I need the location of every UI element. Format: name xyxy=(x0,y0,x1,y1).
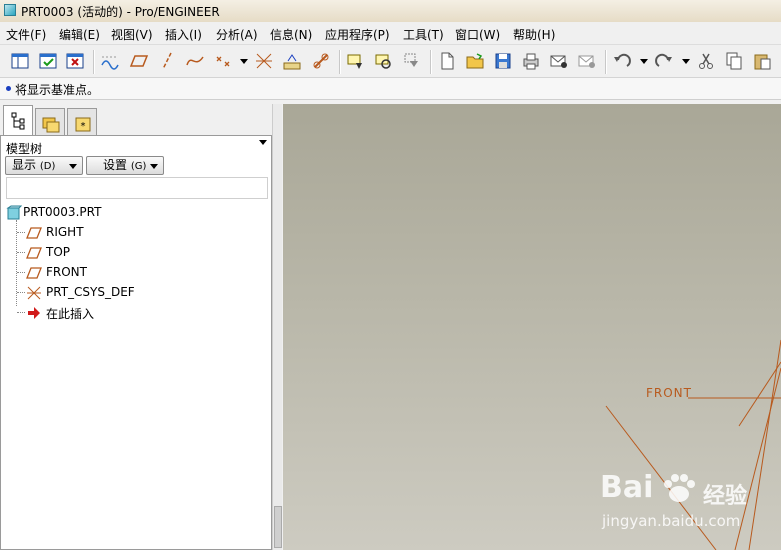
tree-item-label: FRONT xyxy=(46,265,87,279)
toolbar-separator xyxy=(605,50,607,74)
model-tree-icon xyxy=(11,112,25,130)
menu-insert[interactable]: 插入(I) xyxy=(165,26,202,43)
navigator-tabs: * xyxy=(0,104,272,136)
datum-curve-icon[interactable] xyxy=(185,51,205,71)
datum-plane-icon[interactable] xyxy=(129,51,149,71)
watermark-brand: Bai xyxy=(600,470,654,505)
coordinate-system-icon[interactable] xyxy=(254,51,274,71)
panel-menu-icon[interactable] xyxy=(259,140,267,145)
redo-dropdown-icon[interactable] xyxy=(682,59,690,64)
toolbar-separator xyxy=(339,50,341,74)
toolbar xyxy=(0,44,781,78)
toolbar-separator xyxy=(93,50,95,74)
baidu-watermark: Bai 经验 jingyan.baidu.com xyxy=(600,470,775,540)
model-tree-panel: 模型树 显示 (D) 设置 (G) PRT0003.PRT RIGHT TOP … xyxy=(0,135,272,550)
front-datum-label: FRONT xyxy=(646,386,692,400)
datum-axis-icon[interactable] xyxy=(157,51,177,71)
filter-select-icon[interactable] xyxy=(346,51,366,71)
part-icon xyxy=(6,205,23,224)
datum-plane-icon xyxy=(26,265,42,284)
app-icon xyxy=(4,4,16,16)
send-link-icon[interactable] xyxy=(577,51,597,71)
window-layout-icon[interactable] xyxy=(10,51,30,71)
select-box-icon[interactable] xyxy=(402,51,422,71)
show-button[interactable]: 显示 (D) xyxy=(5,156,83,175)
open-folder-icon[interactable] xyxy=(465,51,485,71)
message-area: 将显示基准点。 xyxy=(0,78,781,100)
undo-dropdown-icon[interactable] xyxy=(640,59,648,64)
tree-guide xyxy=(17,232,25,233)
favorites-icon: * xyxy=(75,117,91,132)
find-select-icon[interactable] xyxy=(374,51,394,71)
cut-icon[interactable] xyxy=(696,51,716,71)
redo-icon[interactable] xyxy=(654,51,674,71)
menu-info[interactable]: 信息(N) xyxy=(270,26,312,43)
chevron-down-icon xyxy=(150,164,158,169)
tree-guide xyxy=(17,252,25,253)
datum-point-icon[interactable] xyxy=(214,51,234,71)
navigator-pane: * 模型树 显示 (D) 设置 (G) PRT0003.PRT RIGHT TO… xyxy=(0,104,272,550)
window-title: PRT0003 (活动的) - Pro/ENGINEER xyxy=(21,5,220,19)
paste-icon[interactable] xyxy=(752,51,772,71)
send-mail-icon[interactable] xyxy=(549,51,569,71)
tree-item-label: 在此插入 xyxy=(46,307,95,321)
datum-plane-icon xyxy=(26,245,42,264)
print-icon[interactable] xyxy=(521,51,541,71)
model-tree-header: 模型树 xyxy=(6,142,43,156)
show-button-label: 显示 xyxy=(12,158,37,172)
title-bar: PRT0003 (活动的) - Pro/ENGINEER xyxy=(0,0,781,22)
settings-button-label: 设置 xyxy=(103,158,128,172)
scrollbar-thumb[interactable] xyxy=(274,506,282,548)
reference-link-icon[interactable] xyxy=(311,51,331,71)
menu-analysis[interactable]: 分析(A) xyxy=(216,26,258,43)
settings-button-key: (G) xyxy=(130,161,147,172)
watermark-suffix: 经验 xyxy=(703,484,748,509)
settings-button[interactable]: 设置 (G) xyxy=(86,156,164,175)
sketch-grid-icon[interactable] xyxy=(100,51,120,71)
svg-text:*: * xyxy=(81,121,86,132)
new-file-icon[interactable] xyxy=(437,51,457,71)
toolbar-separator xyxy=(430,50,432,74)
tree-guide xyxy=(17,292,25,293)
activate-window-icon[interactable] xyxy=(38,51,58,71)
tree-item-label: TOP xyxy=(46,245,71,259)
chevron-down-icon xyxy=(69,164,77,169)
menu-tools[interactable]: 工具(T) xyxy=(403,26,444,43)
show-button-key: (D) xyxy=(39,161,56,172)
close-window-icon[interactable] xyxy=(65,51,85,71)
undo-icon[interactable] xyxy=(612,51,632,71)
model-tree-filter-field[interactable] xyxy=(6,177,268,199)
insert-arrow-icon xyxy=(26,305,42,324)
analysis-feature-icon[interactable] xyxy=(282,51,302,71)
watermark-url: jingyan.baidu.com xyxy=(602,512,741,530)
copy-icon[interactable] xyxy=(724,51,744,71)
paw-icon xyxy=(664,474,695,502)
tree-item-label: PRT_CSYS_DEF xyxy=(46,285,135,299)
tab-folder-browser[interactable] xyxy=(35,108,65,135)
navigator-scrollbar[interactable] xyxy=(272,104,282,550)
menu-help[interactable]: 帮助(H) xyxy=(513,26,555,43)
menu-window[interactable]: 窗口(W) xyxy=(455,26,500,43)
datum-point-dropdown-icon[interactable] xyxy=(240,59,248,64)
menu-bar: 文件(F) 编辑(E) 视图(V) 插入(I) 分析(A) 信息(N) 应用程序… xyxy=(0,22,781,44)
message-bullet-icon xyxy=(6,86,11,91)
menu-file[interactable]: 文件(F) xyxy=(6,26,46,43)
menu-edit[interactable]: 编辑(E) xyxy=(59,26,100,43)
save-icon[interactable] xyxy=(493,51,513,71)
menu-view[interactable]: 视图(V) xyxy=(111,26,153,43)
tab-favorites[interactable]: * xyxy=(67,108,97,135)
datum-plane-icon xyxy=(26,225,42,244)
tree-item-label: RIGHT xyxy=(46,225,84,239)
menu-applications[interactable]: 应用程序(P) xyxy=(325,26,390,43)
tree-guide xyxy=(17,272,25,273)
coordinate-system-icon xyxy=(26,285,42,304)
tree-root-label: PRT0003.PRT xyxy=(23,205,102,219)
tab-model-tree[interactable] xyxy=(3,105,33,136)
folder-browser-icon xyxy=(42,117,60,133)
message-text: 将显示基准点。 xyxy=(15,83,100,97)
tree-guide xyxy=(17,312,25,313)
